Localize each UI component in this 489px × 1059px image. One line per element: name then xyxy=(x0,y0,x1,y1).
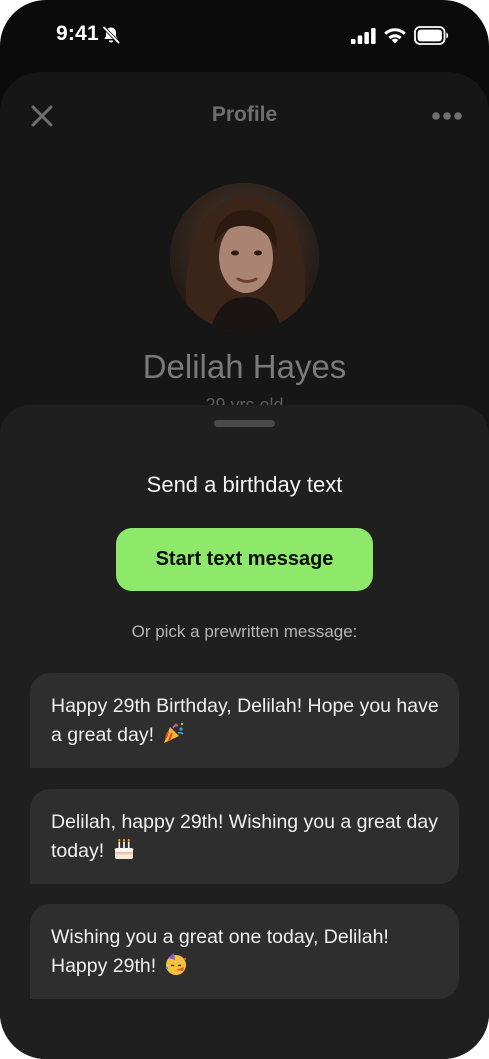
bell-off-icon xyxy=(102,26,120,44)
more-icon[interactable] xyxy=(431,111,463,121)
birthday-sheet: Send a birthday text Start text message … xyxy=(0,405,489,1059)
sheet-title: Send a birthday text xyxy=(146,472,343,497)
battery-icon xyxy=(414,26,449,45)
message-text: Delilah, happy 29th! Wishing you a great… xyxy=(51,811,438,862)
party-popper-icon xyxy=(164,722,184,743)
avatar-portrait-icon xyxy=(170,183,319,332)
status-time: 9:41 xyxy=(56,22,99,45)
profile-name: Delilah Hayes xyxy=(142,348,347,385)
sheet-grabber[interactable] xyxy=(214,420,275,427)
partying-face-icon xyxy=(165,953,186,975)
wifi-icon xyxy=(384,28,406,44)
prewritten-message-card[interactable]: Happy 29th Birthday, Delilah! Hope you h… xyxy=(30,673,459,768)
page-title: Profile xyxy=(211,103,278,126)
status-bar: 9:41 xyxy=(0,0,489,70)
birthday-cake-icon xyxy=(113,838,134,859)
start-text-message-button[interactable]: Start text message xyxy=(116,528,373,591)
prewritten-message-card[interactable]: Wishing you a great one today, Delilah! … xyxy=(30,904,459,999)
signal-icon xyxy=(351,28,376,44)
message-text: Wishing you a great one today, Delilah! … xyxy=(51,926,389,977)
avatar xyxy=(170,183,319,332)
message-text: Happy 29th Birthday, Delilah! Hope you h… xyxy=(51,695,439,746)
prewritten-label: Or pick a prewritten message: xyxy=(131,622,358,641)
prewritten-message-card[interactable]: Delilah, happy 29th! Wishing you a great… xyxy=(30,789,459,884)
phone-screen: 9:41 Profile Delilah Hayes Send a birthd… xyxy=(0,0,489,1059)
